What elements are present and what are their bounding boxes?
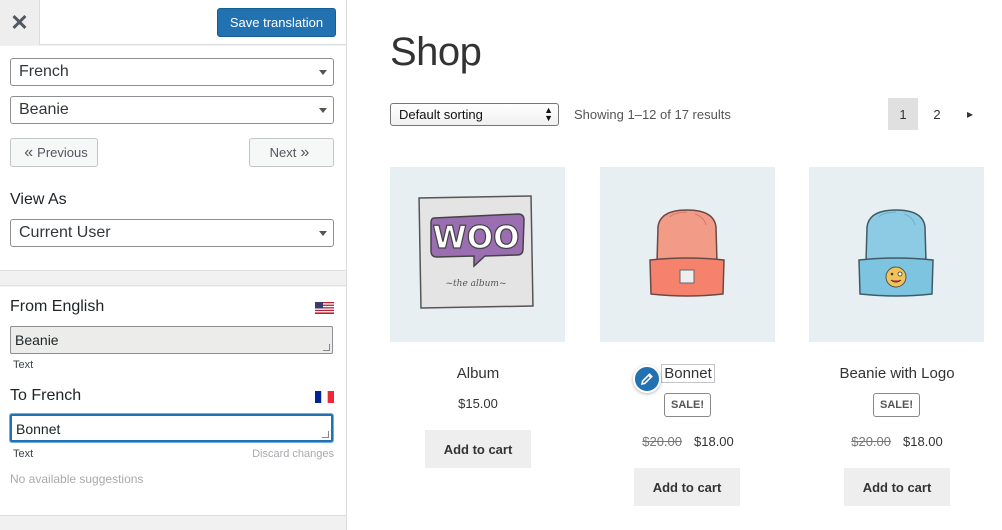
- us-flag-icon: [315, 302, 334, 314]
- source-text-field: Beanie: [10, 326, 333, 354]
- woo-logo-text: WOO: [433, 220, 520, 256]
- sale-price: $18.00: [903, 434, 943, 449]
- product-image-album[interactable]: WOO ~the album~: [390, 167, 565, 342]
- translation-input-value: Bonnet: [16, 421, 61, 437]
- product-card-album: WOO ~the album~ Album $15.00 Add to cart: [390, 167, 566, 468]
- sorting-select[interactable]: Default sorting ▲ ▼: [390, 103, 559, 126]
- source-type-label: Text: [13, 359, 34, 371]
- product-price: $15.00: [458, 396, 498, 411]
- translation-editor-section: From English Beanie Text To French Bonne…: [0, 287, 346, 516]
- view-as-select-value: Current User: [19, 224, 111, 241]
- product-image-beanie-with-logo[interactable]: [809, 167, 984, 342]
- string-select[interactable]: Beanie: [10, 96, 334, 124]
- pencil-icon: [640, 373, 653, 386]
- woo-caption-text: ~the album~: [445, 279, 506, 289]
- sale-badge: SALE!: [873, 393, 920, 417]
- page-2-link[interactable]: 2: [922, 98, 952, 130]
- next-button[interactable]: Next »: [249, 138, 334, 167]
- resize-handle-icon: [323, 344, 330, 351]
- blue-beanie-image: [858, 209, 934, 297]
- result-count: Showing 1–12 of 17 results: [574, 107, 731, 122]
- product-title-text: Bonnet: [661, 364, 715, 383]
- save-translation-button[interactable]: Save translation: [217, 8, 336, 37]
- double-left-arrow-icon: «: [24, 143, 34, 161]
- section-divider: [0, 270, 346, 286]
- page-title: Shop: [390, 30, 482, 74]
- source-text-value: Beanie: [15, 332, 59, 348]
- discard-changes-link[interactable]: Discard changes: [252, 448, 334, 460]
- chevron-down-icon: [319, 70, 327, 75]
- woo-album-image: WOO ~the album~: [418, 195, 534, 309]
- panel-footer: [0, 516, 346, 530]
- product-image-bonnet[interactable]: [600, 167, 775, 342]
- close-icon[interactable]: ✕: [0, 0, 40, 45]
- edit-pencil-icon[interactable]: [633, 365, 661, 393]
- next-label: Next: [269, 145, 297, 160]
- view-as-label: View As: [10, 191, 67, 208]
- previous-label: Previous: [37, 145, 88, 160]
- france-flag-icon: [315, 391, 334, 403]
- from-language-label: From English: [10, 298, 105, 315]
- sale-price: $18.00: [694, 434, 734, 449]
- orange-beanie-image: [649, 209, 725, 297]
- shop-preview: Shop Default sorting ▲ ▼ Showing 1–12 of …: [348, 0, 1002, 530]
- language-select[interactable]: French: [10, 58, 334, 86]
- product-title[interactable]: Album: [390, 365, 566, 382]
- translation-panel: ✕ Save translation French Beanie « Previ…: [0, 0, 347, 530]
- product-price: $20.00 $18.00: [809, 434, 985, 449]
- language-select-value: French: [19, 63, 69, 80]
- product-title[interactable]: Beanie with Logo: [809, 365, 985, 382]
- chevron-down-icon: [319, 231, 327, 236]
- sale-badge: SALE!: [664, 393, 711, 417]
- string-select-value: Beanie: [19, 101, 69, 118]
- string-selector-section: French Beanie « Previous Next » View As …: [0, 46, 346, 270]
- add-to-cart-button[interactable]: Add to cart: [425, 430, 531, 468]
- up-down-arrows-icon: ▲ ▼: [544, 105, 553, 123]
- sorting-select-value: Default sorting: [399, 107, 483, 122]
- previous-button[interactable]: « Previous: [10, 138, 98, 167]
- translation-input[interactable]: Bonnet: [10, 414, 333, 442]
- double-right-arrow-icon: »: [300, 143, 310, 161]
- product-card-bonnet: Bonnet SALE! $20.00 $18.00 Add to cart: [600, 167, 776, 506]
- chevron-down-icon: [319, 108, 327, 113]
- product-card-beanie-with-logo: Beanie with Logo SALE! $20.00 $18.00 Add …: [809, 167, 985, 506]
- regular-price: $20.00: [851, 434, 891, 449]
- page-1-link[interactable]: 1: [888, 98, 918, 130]
- add-to-cart-button[interactable]: Add to cart: [634, 468, 740, 506]
- product-price: $20.00 $18.00: [600, 434, 776, 449]
- next-page-icon[interactable]: ▸: [956, 98, 984, 130]
- resize-handle-icon: [322, 431, 329, 438]
- add-to-cart-button[interactable]: Add to cart: [844, 468, 950, 506]
- product-title-editing[interactable]: Bonnet: [600, 364, 776, 383]
- view-as-select[interactable]: Current User: [10, 219, 334, 247]
- to-language-label: To French: [10, 387, 82, 404]
- regular-price: $20.00: [642, 434, 682, 449]
- target-type-label: Text: [13, 448, 34, 460]
- suggestions-text: No available suggestions: [10, 472, 144, 486]
- panel-header: ✕ Save translation: [0, 0, 346, 45]
